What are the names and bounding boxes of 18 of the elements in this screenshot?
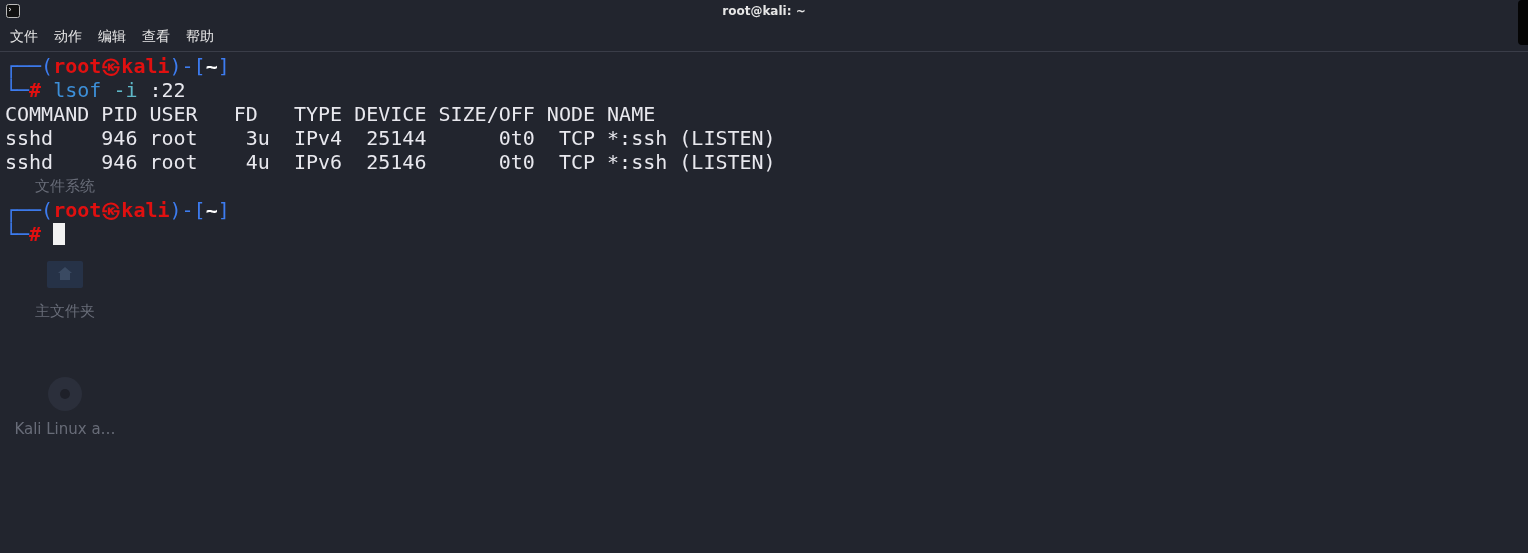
menu-item[interactable]: 帮助 bbox=[186, 27, 214, 46]
prompt-line: ┌──(root㉿kali)-[~] bbox=[5, 198, 230, 222]
menu-item[interactable]: 文件 bbox=[10, 27, 38, 46]
output-line: sshd 946 root 3u IPv4 25144 0t0 TCP *:ssh (LISTEN) bbox=[5, 126, 776, 150]
output-line: COMMAND PID USER FD TYPE DEVICE SIZE/OFF NODE NAME bbox=[5, 102, 656, 126]
scrollbar[interactable] bbox=[1518, 0, 1528, 45]
menu-item[interactable]: 编辑 bbox=[98, 27, 126, 46]
prompt-line: ┌──(root㉿kali)-[~] bbox=[5, 54, 230, 78]
menu-item[interactable]: 查看 bbox=[142, 27, 170, 46]
menu-item[interactable]: 动作 bbox=[54, 27, 82, 46]
terminal-icon bbox=[6, 4, 20, 18]
desktop-icon-label: Kali Linux a… bbox=[14, 420, 116, 438]
desktop-icon-label: 主文件夹 bbox=[35, 302, 95, 321]
command-line: └─# lsof -i :22 bbox=[5, 78, 186, 102]
window-title: root@kali: ~ bbox=[722, 4, 806, 18]
desktop-icon-label: 文件系统 bbox=[35, 177, 95, 196]
command-line: └─# bbox=[5, 222, 42, 246]
output-line: sshd 946 root 4u IPv6 25146 0t0 TCP *:ssh (LISTEN) bbox=[5, 150, 776, 174]
